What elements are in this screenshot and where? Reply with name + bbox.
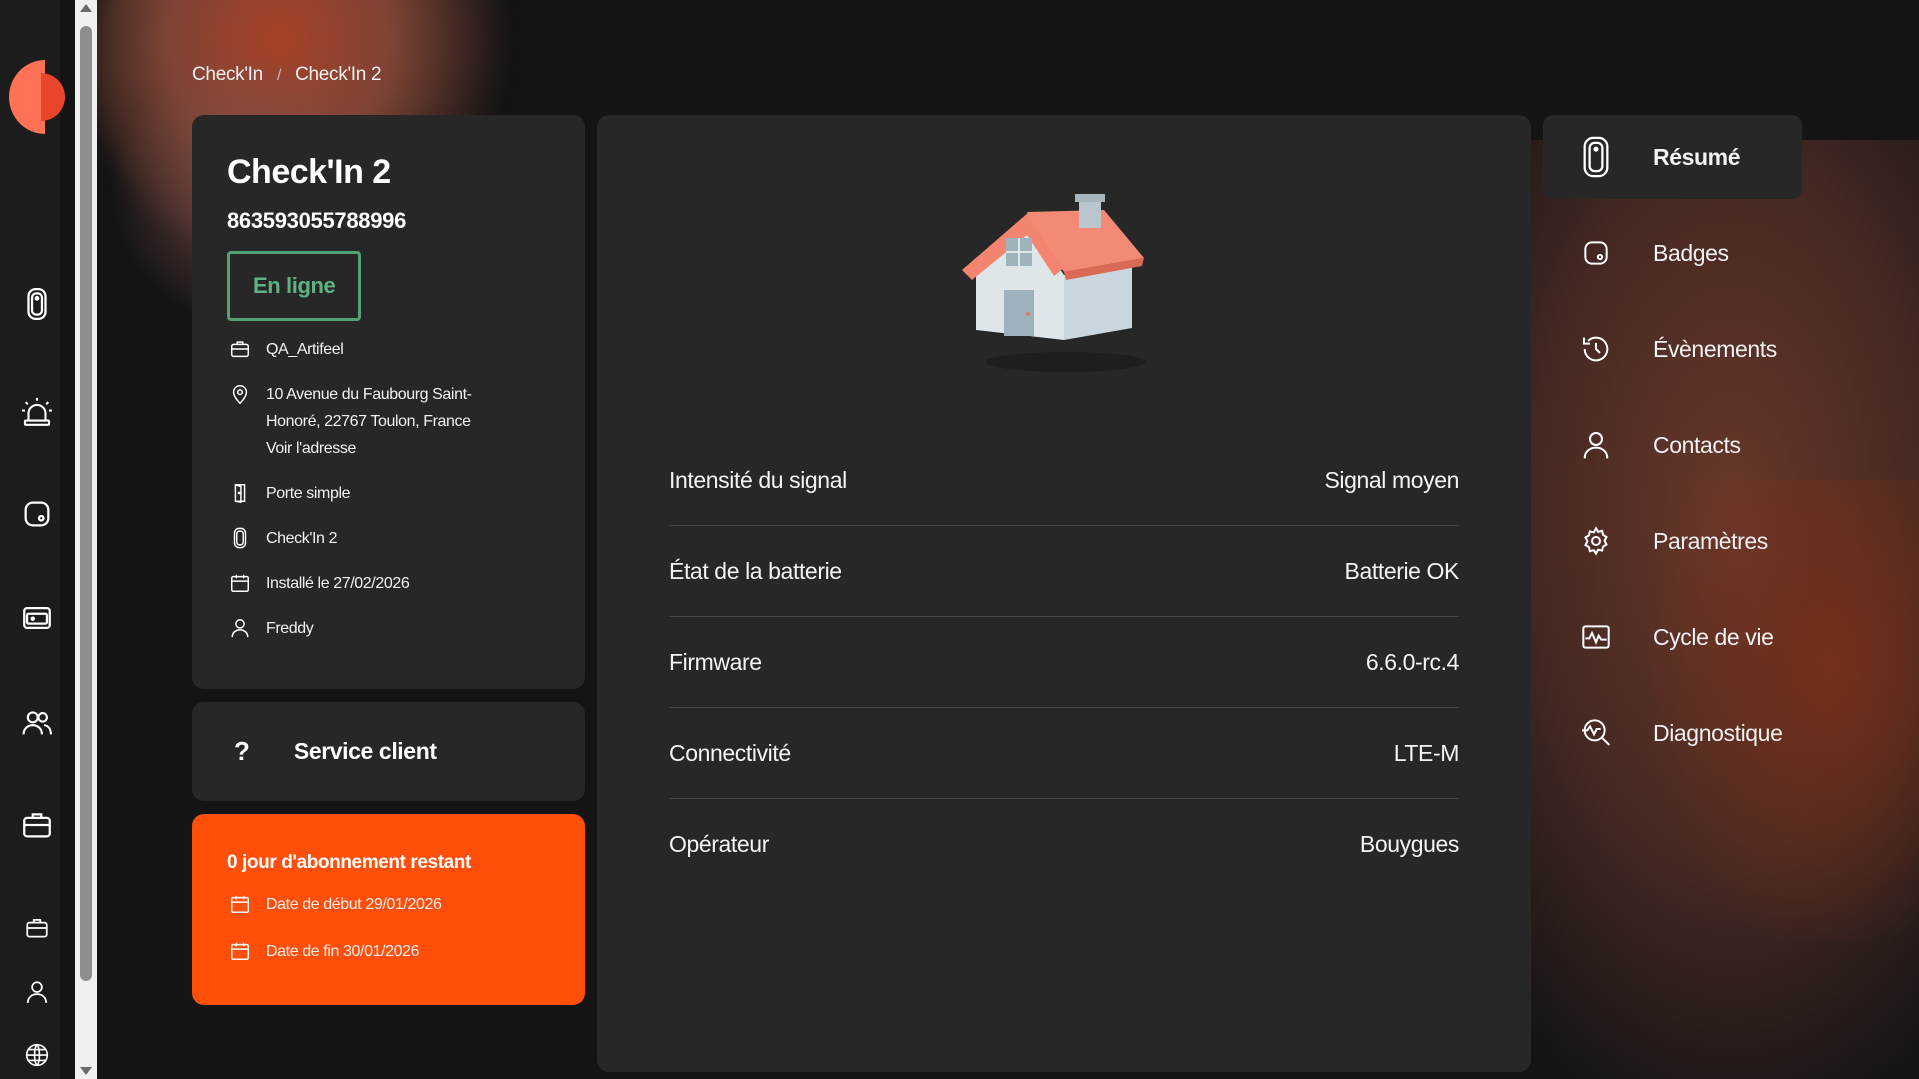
nav-badges-label: Badges bbox=[1653, 239, 1729, 266]
nav-resume[interactable]: Résumé bbox=[1543, 115, 1802, 199]
nav-contacts-label: Contacts bbox=[1653, 431, 1741, 458]
connectivity-row: Connectivité LTE-M bbox=[669, 708, 1459, 799]
summary-card: Intensité du signal Signal moyen État de… bbox=[597, 115, 1531, 1072]
view-address-link[interactable]: Voir l'adresse bbox=[266, 435, 506, 462]
signal-value: Signal moyen bbox=[1324, 466, 1459, 493]
rail-briefcase-icon[interactable] bbox=[17, 805, 57, 845]
operator-row: Opérateur Bouygues bbox=[669, 799, 1459, 890]
device-icon bbox=[1579, 136, 1613, 178]
scrollbar-thumb[interactable] bbox=[80, 26, 92, 981]
support-label: Service client bbox=[293, 738, 437, 764]
nav-contacts[interactable]: Contacts bbox=[1543, 403, 1802, 487]
address-line-2: Honoré, 22767 Toulon, France bbox=[266, 413, 471, 430]
connectivity-label: Connectivité bbox=[669, 739, 791, 766]
nav-lifecycle-label: Cycle de vie bbox=[1653, 623, 1774, 650]
house-illustration bbox=[962, 194, 1146, 372]
activity-icon bbox=[1579, 617, 1613, 657]
nav-settings-label: Paramètres bbox=[1653, 527, 1768, 554]
rail-person-icon[interactable] bbox=[17, 972, 57, 1012]
breadcrumb-separator: / bbox=[276, 67, 282, 84]
address-line-1: 10 Avenue du Faubourg Saint- bbox=[266, 386, 472, 403]
nav-diagnostic[interactable]: Diagnostique bbox=[1543, 691, 1802, 775]
scroll-down-arrow-icon[interactable] bbox=[80, 1067, 92, 1075]
breadcrumb-current: Check'In 2 bbox=[295, 64, 382, 85]
device-model: Check'In 2 bbox=[266, 530, 338, 547]
nav-lifecycle[interactable]: Cycle de vie bbox=[1543, 595, 1802, 679]
connectivity-value: LTE-M bbox=[1393, 739, 1460, 766]
rail-wallet-icon[interactable] bbox=[17, 598, 57, 638]
help-icon: ? bbox=[234, 736, 250, 766]
operator-label: Opérateur bbox=[669, 831, 769, 857]
subscription-start: Date de début 29/01/2026 bbox=[266, 896, 442, 913]
briefcase-icon bbox=[227, 336, 253, 362]
scrollbar[interactable] bbox=[75, 0, 97, 1079]
history-icon bbox=[1579, 329, 1613, 369]
logo-icon[interactable] bbox=[9, 60, 65, 135]
subscription-card: 0 jour d'abonnement restant Date de débu… bbox=[192, 814, 585, 1005]
device-side-nav: Résumé Badges Évènements Contacts Paramè… bbox=[1543, 115, 1802, 787]
device-serial: 863593055788996 bbox=[227, 208, 407, 233]
nav-rail bbox=[0, 0, 65, 1079]
rail-badge-icon[interactable] bbox=[17, 494, 57, 534]
person-icon bbox=[227, 615, 253, 641]
scroll-up-arrow-icon[interactable] bbox=[80, 4, 92, 12]
rail-users-icon[interactable] bbox=[17, 703, 57, 743]
subscription-end-row: Date de fin 30/01/2026 bbox=[227, 938, 550, 965]
nav-resume-label: Résumé bbox=[1653, 143, 1741, 170]
firmware-value: 6.6.0-rc.4 bbox=[1365, 648, 1460, 675]
nav-badges[interactable]: Badges bbox=[1543, 211, 1802, 295]
model-row: Check'In 2 bbox=[227, 525, 550, 552]
subscription-title: 0 jour d'abonnement restant bbox=[227, 852, 471, 873]
rail-globe-icon[interactable] bbox=[17, 1035, 57, 1075]
badge-icon bbox=[1579, 233, 1613, 273]
person-icon bbox=[1579, 425, 1613, 465]
door-type-row: Porte simple bbox=[227, 480, 550, 507]
battery-label: État de la batterie bbox=[669, 557, 842, 584]
user-row: Freddy bbox=[227, 615, 550, 642]
operator-value: Bouygues bbox=[1359, 831, 1460, 857]
calendar-icon bbox=[227, 891, 253, 917]
location-pin-icon bbox=[227, 381, 253, 407]
battery-value: Batterie OK bbox=[1344, 557, 1460, 584]
support-button[interactable]: ? Service client bbox=[192, 702, 585, 801]
nav-settings[interactable]: Paramètres bbox=[1543, 499, 1802, 583]
breadcrumb-root[interactable]: Check'In bbox=[192, 64, 263, 86]
calendar-icon bbox=[227, 570, 253, 596]
user-name: Freddy bbox=[266, 620, 314, 637]
organization-name: QA_Artifeel bbox=[266, 341, 344, 358]
device-title: Check'In 2 bbox=[227, 153, 391, 191]
signal-row: Intensité du signal Signal moyen bbox=[669, 435, 1459, 526]
signal-label: Intensité du signal bbox=[669, 466, 847, 493]
address-row: 10 Avenue du Faubourg Saint- Honoré, 227… bbox=[227, 381, 550, 462]
rail-device-icon[interactable] bbox=[17, 284, 57, 324]
device-details-table: Intensité du signal Signal moyen État de… bbox=[669, 435, 1459, 890]
door-type: Porte simple bbox=[266, 485, 351, 502]
nav-events[interactable]: Évènements bbox=[1543, 307, 1802, 391]
firmware-row: Firmware 6.6.0-rc.4 bbox=[669, 617, 1459, 708]
status-badge: En ligne bbox=[227, 251, 362, 321]
install-date-row: Installé le 27/02/2026 bbox=[227, 570, 550, 597]
door-icon bbox=[227, 480, 253, 506]
organization-row: QA_Artifeel bbox=[227, 336, 550, 363]
gear-icon bbox=[1579, 521, 1613, 561]
subscription-start-row: Date de début 29/01/2026 bbox=[227, 891, 550, 918]
subscription-end: Date de fin 30/01/2026 bbox=[266, 943, 420, 960]
firmware-label: Firmware bbox=[669, 648, 762, 675]
diagnostic-icon bbox=[1579, 713, 1613, 753]
calendar-icon bbox=[227, 938, 253, 964]
device-icon bbox=[227, 525, 253, 551]
device-info-card: Check'In 2 863593055788996 En ligne QA_A… bbox=[192, 115, 585, 689]
rail-alarm-icon[interactable] bbox=[17, 392, 57, 432]
breadcrumb: Check'In / Check'In 2 bbox=[192, 64, 382, 86]
nav-events-label: Évènements bbox=[1653, 335, 1777, 362]
rail-briefcase-small-icon[interactable] bbox=[17, 908, 57, 948]
nav-diagnostic-label: Diagnostique bbox=[1653, 719, 1783, 746]
install-date: Installé le 27/02/2026 bbox=[266, 575, 410, 592]
battery-row: État de la batterie Batterie OK bbox=[669, 526, 1459, 617]
